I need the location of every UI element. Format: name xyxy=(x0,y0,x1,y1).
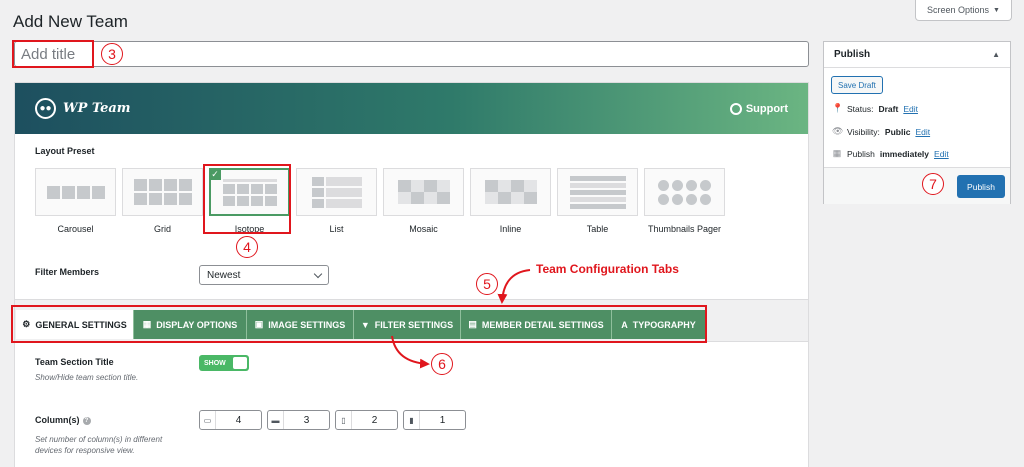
status-row: 📍 Status: Draft Edit xyxy=(832,103,918,114)
visibility-value: Public xyxy=(884,126,911,137)
preset-label: List xyxy=(329,224,344,234)
save-draft-button[interactable]: Save Draft xyxy=(831,76,883,94)
preset-carousel[interactable]: Carousel xyxy=(35,168,116,234)
columns-laptop-input[interactable]: ▬ 3 xyxy=(267,410,330,430)
mobile-icon: ▮ xyxy=(404,411,420,429)
pin-icon: 📍 xyxy=(832,103,844,113)
team-icon: ●● xyxy=(35,98,56,119)
preset-table[interactable]: Table xyxy=(557,168,638,234)
support-label: Support xyxy=(745,102,788,115)
status-edit-link[interactable]: Edit xyxy=(903,104,918,114)
schedule-label: Publish xyxy=(847,148,875,159)
publish-title: Publish xyxy=(834,49,871,60)
columns-description: Set number of column(s) in different dev… xyxy=(35,435,163,456)
team-settings-panel: ●● WP Team Support Layout Preset Carouse… xyxy=(14,82,809,467)
table-preview-icon xyxy=(557,168,638,216)
inline-preview-icon xyxy=(470,168,551,216)
preset-label: Table xyxy=(586,224,609,234)
publish-box: Publish ▲ Save Draft 📍 Status: Draft Edi… xyxy=(823,41,1011,204)
grid-preview-icon xyxy=(122,168,203,216)
visibility-edit-link[interactable]: Edit xyxy=(915,127,930,137)
desktop-icon: ▭ xyxy=(200,411,216,429)
filter-members-value: Newest xyxy=(207,269,241,281)
visibility-label: Visibility: xyxy=(847,126,880,137)
tablet-icon: ▯ xyxy=(336,411,352,429)
list-preview-icon xyxy=(296,168,377,216)
status-label: Status: xyxy=(847,103,874,114)
columns-value: 2 xyxy=(371,414,378,426)
preset-grid[interactable]: Grid xyxy=(122,168,203,234)
columns-value: 1 xyxy=(439,414,446,426)
team-section-title-toggle[interactable]: SHOW xyxy=(199,355,249,371)
team-section-title-label: Team Section Title xyxy=(35,357,114,367)
preset-label: Thumbnails Pager xyxy=(647,224,722,234)
page-title: Add New Team xyxy=(13,12,128,31)
screen-options-button[interactable]: Screen Options ▼ xyxy=(915,0,1012,21)
schedule-value: immediately xyxy=(879,148,930,159)
layout-preset-label: Layout Preset xyxy=(35,146,95,156)
callout-5: 5 xyxy=(476,273,498,295)
callout-7: 7 xyxy=(922,173,944,195)
callout-3: 3 xyxy=(101,43,123,65)
publish-header[interactable]: Publish ▲ xyxy=(824,42,1010,68)
preset-mosaic[interactable]: Mosaic xyxy=(383,168,464,234)
laptop-icon: ▬ xyxy=(268,411,284,429)
columns-value: 3 xyxy=(303,414,310,426)
visibility-row: 👁 Visibility: Public Edit xyxy=(832,126,930,137)
calendar-icon: ▦ xyxy=(832,148,842,158)
columns-desktop-input[interactable]: ▭ 4 xyxy=(199,410,262,430)
columns-tablet-input[interactable]: ▯ 2 xyxy=(335,410,398,430)
callout-4: 4 xyxy=(236,236,258,258)
preset-label: Carousel xyxy=(57,224,94,234)
publish-button[interactable]: Publish xyxy=(957,175,1005,198)
preset-inline[interactable]: Inline xyxy=(470,168,551,234)
filter-members-select[interactable]: Newest xyxy=(199,265,329,285)
preset-highlight-box xyxy=(203,164,291,234)
callout-6: 6 xyxy=(431,353,453,375)
wp-team-banner: ●● WP Team Support xyxy=(15,83,808,134)
columns-label-row: Column(s)? xyxy=(35,415,91,425)
collapse-arrow-icon[interactable]: ▲ xyxy=(992,50,1000,59)
team-section-title-description: Show/Hide team section title. xyxy=(35,373,139,382)
preset-label: Grid xyxy=(153,224,171,234)
screen-options-label: Screen Options xyxy=(927,5,990,15)
wp-team-logo: ●● WP Team xyxy=(35,98,131,119)
logo-text: WP Team xyxy=(63,101,131,116)
tabs-highlight-box xyxy=(11,305,707,343)
title-input[interactable] xyxy=(15,42,808,66)
preset-label: Mosaic xyxy=(409,224,438,234)
chevron-down-icon xyxy=(313,269,323,278)
filter-members-label: Filter Members xyxy=(35,267,100,277)
columns-value: 4 xyxy=(235,414,242,426)
mosaic-preview-icon xyxy=(383,168,464,216)
toggle-label: SHOW xyxy=(204,359,226,367)
lifebuoy-icon xyxy=(729,102,742,115)
columns-inputs: ▭ 4 ▬ 3 ▯ 2 ▮ 1 xyxy=(199,410,466,430)
preset-thumbnails-pager[interactable]: Thumbnails Pager xyxy=(644,168,725,234)
title-highlight-box xyxy=(12,40,94,68)
preset-list[interactable]: List xyxy=(296,168,377,234)
title-field[interactable] xyxy=(14,41,809,67)
preset-label: Inline xyxy=(499,224,522,234)
help-icon[interactable]: ? xyxy=(82,416,91,425)
eye-icon: 👁 xyxy=(832,126,844,136)
columns-label: Column(s) xyxy=(35,415,80,425)
schedule-edit-link[interactable]: Edit xyxy=(934,149,949,159)
schedule-row: ▦ Publish immediately Edit xyxy=(832,148,949,159)
thumbnails-preview-icon xyxy=(644,168,725,216)
support-link[interactable]: Support xyxy=(729,102,788,115)
toggle-knob xyxy=(233,357,247,369)
tabs-annotation-label: Team Configuration Tabs xyxy=(536,262,679,276)
caret-down-icon: ▼ xyxy=(993,6,1000,14)
status-value: Draft xyxy=(878,103,899,114)
layout-preset-options: Carousel Grid ✓ Isotope List Mosaic Inli… xyxy=(35,168,725,234)
carousel-preview-icon xyxy=(35,168,116,216)
columns-mobile-input[interactable]: ▮ 1 xyxy=(403,410,466,430)
